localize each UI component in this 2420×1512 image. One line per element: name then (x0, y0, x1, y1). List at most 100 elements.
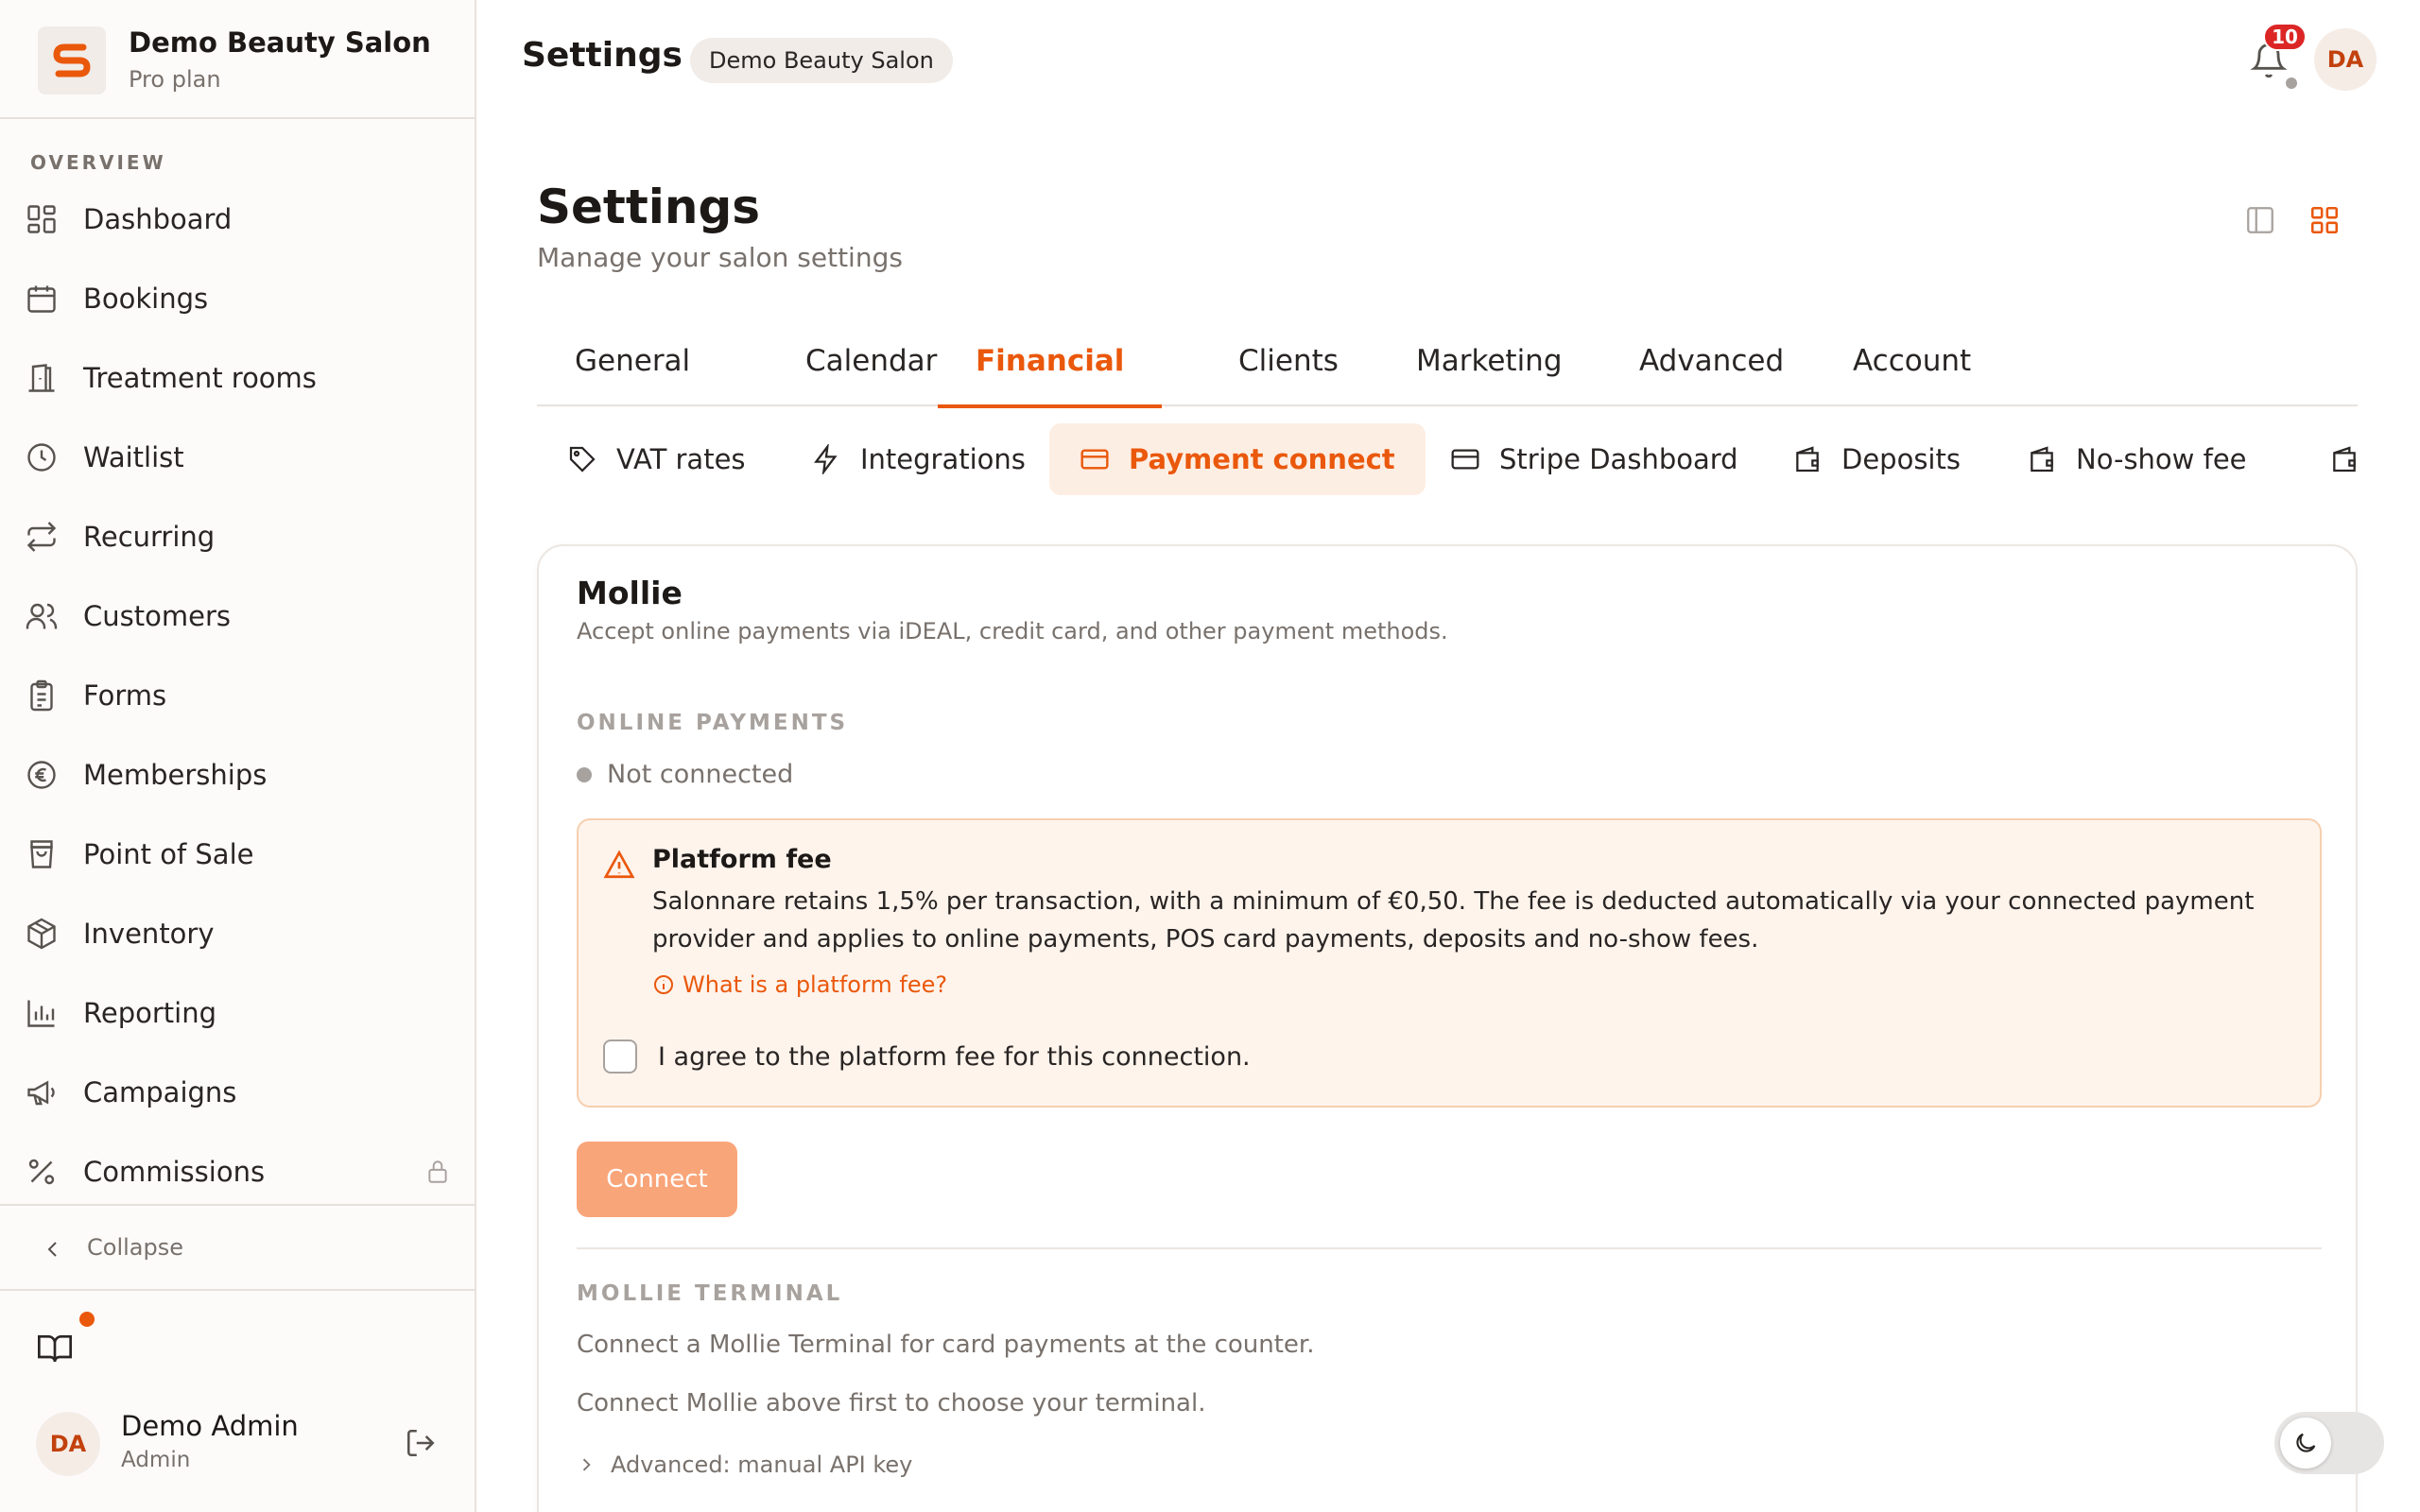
sidebar-item-forms[interactable]: Forms (0, 662, 475, 730)
sidebar-item-label: Treatment rooms (83, 362, 317, 394)
tab-clients[interactable]: Clients (1201, 344, 1376, 404)
tab-financial[interactable]: Financial (938, 344, 1163, 408)
sidebar-item-dashboard[interactable]: Dashboard (0, 185, 475, 253)
terminal-description: Connect a Mollie Terminal for card payme… (577, 1331, 1315, 1359)
user-avatar[interactable]: DA (36, 1412, 100, 1476)
collapse-sidebar-button[interactable]: Collapse (0, 1204, 475, 1291)
mollie-terminal-label: MOLLIE TERMINAL (577, 1281, 843, 1306)
tab-advanced[interactable]: Advanced (1601, 344, 1822, 404)
tab-general[interactable]: General (537, 344, 728, 404)
book-open-icon[interactable] (36, 1329, 74, 1366)
collapse-label: Collapse (87, 1234, 183, 1261)
card-description: Accept online payments via iDEAL, credit… (577, 618, 1448, 644)
subtab-vat-rates[interactable]: VAT rates (537, 423, 776, 495)
sidebar-item-treatment-rooms[interactable]: Treatment rooms (0, 344, 475, 412)
connect-button[interactable]: Connect (577, 1142, 737, 1217)
subtab-label: Deposits (1841, 443, 1961, 475)
brand-header[interactable]: Demo Beauty Salon Pro plan (0, 0, 475, 119)
sidebar-view-icon[interactable] (2244, 204, 2276, 236)
subtab-label: No-show fee (2076, 443, 2247, 475)
tab-marketing[interactable]: Marketing (1378, 344, 1600, 404)
salon-logo-icon (53, 43, 91, 77)
sidebar-item-campaigns[interactable]: Campaigns (0, 1058, 475, 1126)
agree-row: I agree to the platform fee for this con… (603, 1040, 1251, 1074)
subtab-no-show-fee[interactable]: No-show fee (1996, 423, 2277, 495)
section-divider (577, 1247, 2322, 1249)
sidebar-item-label: Point of Sale (83, 838, 254, 870)
platform-fee-alert: Platform fee Salonnare retains 1,5% per … (577, 818, 2322, 1108)
euro-icon (27, 761, 56, 789)
lock-icon (428, 1160, 447, 1183)
layout-grid-icon (27, 205, 56, 233)
repeat-icon (26, 522, 57, 552)
alert-body: Salonnare retains 1,5% per transaction, … (652, 887, 2255, 954)
tab-account[interactable]: Account (1815, 344, 2009, 404)
sidebar-item-reporting[interactable]: Reporting (0, 979, 475, 1047)
nav-section-title: OVERVIEW (30, 151, 166, 174)
bar-chart-icon (27, 1000, 55, 1027)
salon-badge: Demo Beauty Salon (690, 38, 953, 83)
sidebar-item-commissions[interactable]: Commissions (0, 1138, 475, 1204)
sidebar-item-label: Customers (83, 600, 231, 632)
card-title: Mollie (577, 575, 683, 611)
platform-fee-link-text: What is a platform fee? (683, 971, 948, 998)
sidebar-item-label: Memberships (83, 759, 268, 791)
connection-status: Not connected (577, 760, 793, 789)
subtab-label: Integrations (860, 443, 1026, 475)
alert-title: Platform fee (652, 845, 832, 874)
agree-label[interactable]: I agree to the platform fee for this con… (658, 1042, 1251, 1072)
users-icon (26, 603, 58, 629)
sidebar-item-label: Campaigns (83, 1076, 237, 1108)
sidebar-item-customers[interactable]: Customers (0, 582, 475, 650)
online-payments-label: ONLINE PAYMENTS (577, 711, 849, 735)
status-text: Not connected (607, 760, 794, 789)
header-avatar[interactable]: DA (2314, 28, 2377, 91)
sidebar-item-memberships[interactable]: Memberships (0, 741, 475, 809)
agree-checkbox[interactable] (603, 1040, 637, 1074)
moon-icon (2296, 1433, 2316, 1452)
sidebar-item-bookings[interactable]: Bookings (0, 265, 475, 333)
clipboard-icon (30, 679, 53, 712)
sidebar-item-label: Waitlist (83, 441, 184, 473)
tag-icon (569, 446, 596, 472)
percent-icon (28, 1159, 55, 1185)
warning-icon (603, 850, 635, 879)
logout-icon[interactable] (405, 1427, 437, 1459)
clock-icon (27, 443, 56, 472)
page-subtitle: Manage your salon settings (537, 242, 903, 273)
sidebar-nav: Dashboard Bookings Treatment rooms Waitl… (0, 185, 475, 1204)
sidebar-item-point-of-sale[interactable]: Point of Sale (0, 820, 475, 888)
brand-logo (38, 26, 106, 94)
chevron-right-icon (582, 1458, 591, 1471)
platform-fee-link[interactable]: What is a platform fee? (652, 971, 947, 998)
advanced-label: Advanced: manual API key (611, 1452, 913, 1478)
sidebar-item-inventory[interactable]: Inventory (0, 900, 475, 968)
sidebar-item-label: Dashboard (83, 203, 233, 235)
subtab-stripe-dashboard[interactable]: Stripe Dashboard (1420, 423, 1769, 495)
sidebar-item-waitlist[interactable]: Waitlist (0, 423, 475, 491)
subtab-label: Stripe Dashboard (1499, 443, 1738, 475)
shopping-bag-icon (30, 840, 53, 868)
subtab-deposits[interactable]: Deposits (1762, 423, 1991, 495)
advanced-api-key-toggle[interactable]: Advanced: manual API key (577, 1452, 912, 1478)
subtab-integrations[interactable]: Integrations (781, 423, 1056, 495)
calendar-icon (27, 285, 56, 313)
wallet-icon (2031, 446, 2053, 472)
chevron-left-icon (47, 1242, 57, 1257)
user-name: Demo Admin (121, 1410, 299, 1442)
theme-toggle[interactable] (2274, 1412, 2384, 1474)
subtab-truncated[interactable]: S (2299, 423, 2358, 495)
grid-view-icon[interactable] (2308, 204, 2341, 236)
brand-plan: Pro plan (129, 66, 221, 93)
theme-knob (2280, 1418, 2331, 1469)
sidebar-item-label: Bookings (83, 283, 209, 315)
settings-tabs: General Calendar Financial Clients Marke… (537, 331, 2358, 408)
sidebar-item-label: Recurring (83, 521, 216, 553)
package-icon (27, 918, 56, 950)
sidebar-item-label: Reporting (83, 997, 216, 1029)
subtab-payment-connect[interactable]: Payment connect (1049, 423, 1426, 495)
sidebar-item-recurring[interactable]: Recurring (0, 503, 475, 571)
terminal-hint: Connect Mollie above first to choose you… (577, 1389, 1206, 1418)
info-icon (654, 975, 673, 994)
megaphone-icon (27, 1080, 55, 1106)
